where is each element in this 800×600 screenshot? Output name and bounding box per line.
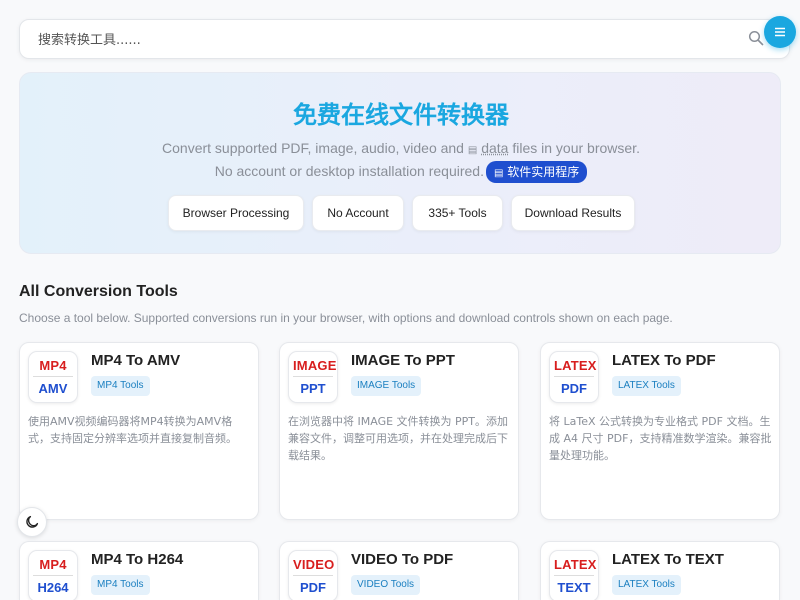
target-format: PPT [300,381,326,396]
feature-list: Browser Processing No Account 335+ Tools… [168,195,635,231]
search-icon[interactable] [748,30,764,46]
data-link[interactable]: data [481,140,508,156]
document-icon: ▤ [493,168,504,179]
hero-description-end: files in your browser. [508,140,640,156]
target-format: H264 [37,580,69,595]
tool-title[interactable]: MP4 To AMV [91,352,180,369]
hero-no-install-text: No account or desktop installation requi… [214,162,484,179]
tool-card-mp4-to-amv[interactable]: MP4 AMV MP4 To AMV MP4 Tools 使用AMV视频编码器将… [19,342,259,520]
tool-card-latex-to-pdf[interactable]: LATEX PDF LATEX To PDF LATEX Tools 将 LaT… [540,342,780,520]
feature-download-results: Download Results [511,195,635,231]
category-tag[interactable]: LATEX Tools [612,575,681,595]
tool-title[interactable]: LATEX To PDF [612,352,716,369]
tool-description: 将 LaTeX 公式转换为专业格式 PDF 文档。生成 A4 尺寸 PDF，支持… [549,415,772,462]
tool-description: 在浏览器中将 IMAGE 文件转换为 PPT。添加兼容文件，调整可用选项，并在处… [288,415,509,462]
hero-description-2: No account or desktop installation requi… [20,161,782,183]
hero-title: 免费在线文件转换器 [293,101,509,129]
format-icon: IMAGE PPT [288,351,338,403]
menu-button[interactable] [764,16,796,48]
category-tag[interactable]: MP4 Tools [91,575,150,595]
tool-card-latex-to-text[interactable]: LATEX TEXT LATEX To TEXT LATEX Tools [540,541,780,600]
source-format: LATEX [554,358,596,377]
category-tag[interactable]: MP4 Tools [91,376,150,396]
hero-description: Convert supported PDF, image, audio, vid… [20,140,782,156]
target-format: TEXT [557,580,591,595]
tool-title[interactable]: LATEX To TEXT [612,551,724,568]
target-format: PDF [561,381,587,396]
format-icon: LATEX PDF [549,351,599,403]
format-icon: MP4 H264 [28,550,78,600]
source-format: VIDEO [293,557,334,576]
tool-title[interactable]: MP4 To H264 [91,551,183,568]
document-icon: ▤ [467,145,478,156]
tool-description: 使用AMV视频编码器将MP4转换为AMV格式，支持固定分辨率选项并直接复制音频。 [28,415,237,445]
format-icon: MP4 AMV [28,351,78,403]
search-input[interactable] [38,30,718,50]
hero-panel: 免费在线文件转换器 Convert supported PDF, image, … [19,72,781,254]
tool-title[interactable]: VIDEO To PDF [351,551,453,568]
format-icon: LATEX TEXT [549,550,599,600]
source-format: MP4 [33,557,73,576]
format-icon: VIDEO PDF [288,550,338,600]
tool-card-image-to-ppt[interactable]: IMAGE PPT IMAGE To PPT IMAGE Tools 在浏览器中… [279,342,519,520]
feature-browser-processing: Browser Processing [168,195,304,231]
category-tag[interactable]: VIDEO Tools [351,575,421,595]
source-format: IMAGE [293,358,336,377]
tool-title[interactable]: IMAGE To PPT [351,352,455,369]
category-tag[interactable]: IMAGE Tools [351,376,422,396]
target-format: PDF [300,580,326,595]
category-tag[interactable]: LATEX Tools [612,376,681,396]
menu-icon [775,27,785,37]
search-bar [19,19,790,59]
software-utility-label: 软件实用程序 [507,165,580,179]
target-format: AMV [38,381,68,396]
theme-toggle-button[interactable] [17,507,47,537]
tool-card-mp4-to-h264[interactable]: MP4 H264 MP4 To H264 MP4 Tools [19,541,259,600]
tool-card-video-to-pdf[interactable]: VIDEO PDF VIDEO To PDF VIDEO Tools [279,541,519,600]
moon-icon [26,515,39,528]
feature-tools-count: 335+ Tools [412,195,503,231]
source-format: MP4 [33,358,73,377]
section-title: All Conversion Tools [19,283,178,300]
software-utility-badge[interactable]: ▤ 软件实用程序 [485,161,588,183]
feature-no-account: No Account [312,195,404,231]
hero-description-start: Convert supported PDF, image, audio, vid… [162,140,468,156]
section-subtitle: Choose a tool below. Supported conversio… [19,311,673,325]
source-format: LATEX [554,557,596,576]
